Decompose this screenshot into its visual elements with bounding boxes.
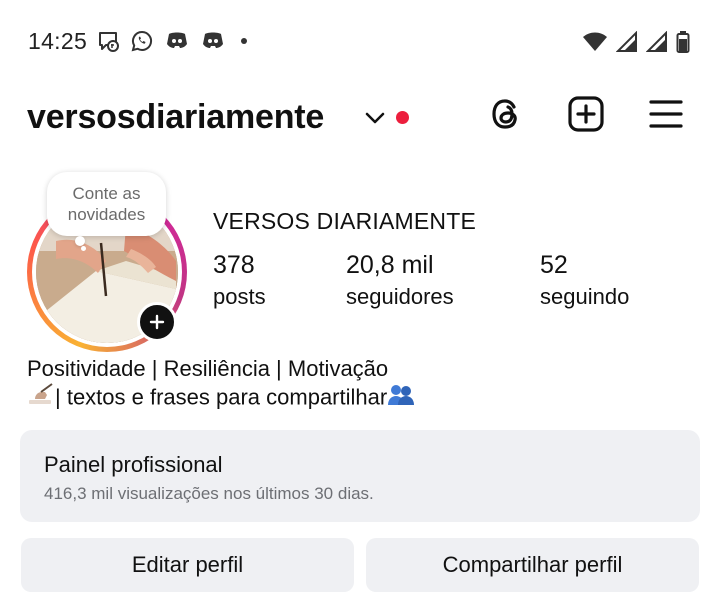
dot-icon [236, 33, 252, 49]
messenger-icon [96, 29, 120, 53]
posts-count: 378 [213, 251, 255, 279]
whatsapp-icon [130, 29, 154, 53]
profile-header: versosdiariamente [0, 84, 720, 154]
bio: Positividade | Resiliência | Motivação |… [27, 355, 415, 414]
posts-label: posts [213, 284, 266, 309]
menu-icon [647, 95, 685, 138]
dashboard-subtitle: 416,3 mil visualizações nos últimos 30 d… [44, 484, 374, 503]
signal-icon [616, 31, 638, 53]
discord-icon [200, 30, 226, 52]
professional-dashboard[interactable]: Painel profissional 416,3 mil visualizaç… [20, 430, 700, 522]
bio-text: | textos e frases para compartilhar [55, 384, 388, 410]
dashboard-title: Painel profissional [44, 452, 223, 477]
following-count: 52 [540, 251, 568, 279]
share-profile-button[interactable]: Compartilhar perfil [366, 538, 699, 592]
following-stat[interactable]: 52 seguindo [540, 250, 629, 312]
username[interactable]: versosdiariamente [27, 98, 324, 137]
notification-dot [396, 111, 409, 124]
note-bubble-tail-small [81, 246, 86, 251]
writing-hand-icon [27, 383, 55, 414]
chevron-down-icon[interactable] [364, 110, 386, 131]
add-story-button[interactable] [137, 302, 177, 342]
posts-stat[interactable]: 378 posts [213, 250, 266, 312]
threads-button[interactable] [486, 96, 526, 136]
plus-icon [148, 309, 166, 335]
followers-label: seguidores [346, 284, 454, 309]
signal-icon [646, 31, 668, 53]
following-label: seguindo [540, 284, 630, 309]
display-name: VERSOS DIARIAMENTE [213, 208, 477, 234]
discord-icon [164, 30, 190, 52]
status-bar: 14:25 [0, 0, 720, 84]
followers-stat[interactable]: 20,8 mil seguidores [346, 250, 454, 312]
menu-button[interactable] [646, 96, 686, 136]
wifi-icon [582, 31, 608, 53]
bio-line-2: | textos e frases para compartilhar [27, 383, 415, 414]
status-time: 14:25 [28, 28, 88, 54]
add-icon [567, 95, 605, 138]
create-button[interactable] [566, 95, 606, 138]
followers-count: 20,8 mil [346, 251, 434, 279]
edit-profile-button[interactable]: Editar perfil [21, 538, 354, 592]
bio-line-1: Positividade | Resiliência | Motivação [27, 356, 389, 381]
note-bubble-tail [75, 236, 85, 246]
note-bubble[interactable]: Conte as novidades [47, 172, 166, 236]
people-icon [387, 383, 415, 414]
notification-icons [96, 29, 252, 53]
threads-icon [487, 95, 525, 138]
battery-icon [676, 30, 690, 54]
system-icons [582, 30, 690, 54]
